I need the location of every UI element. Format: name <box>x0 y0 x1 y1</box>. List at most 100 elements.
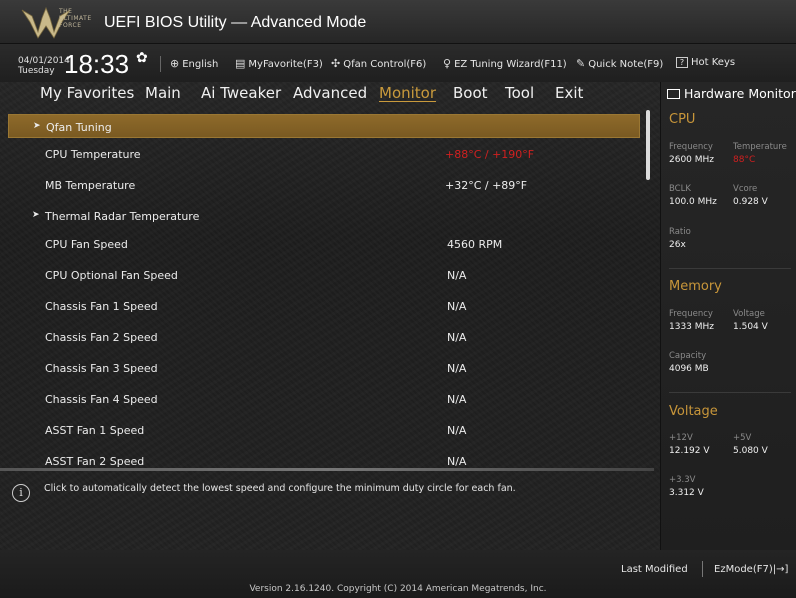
chassis-fan-1-row[interactable]: Chassis Fan 1 Speed N/A <box>8 294 640 318</box>
v33-value: 3.312 V <box>669 488 704 498</box>
myfavorite-button[interactable]: ▤ MyFavorite(F3) <box>235 57 323 70</box>
v12-label: +12V <box>669 433 693 443</box>
row-value: N/A <box>447 455 467 467</box>
tab-advanced[interactable]: Advanced <box>293 84 367 102</box>
v5-label: +5V <box>733 433 752 443</box>
favorite-icon: ▤ <box>235 57 246 70</box>
help-panel: i Click to automatically detect the lowe… <box>0 472 654 550</box>
row-value: +32°C / +89°F <box>445 179 528 192</box>
logo-text: THE ULTIMATE FORCE <box>59 8 92 29</box>
cpu-frequency-label: Frequency <box>669 142 713 152</box>
bulb-icon: ♀ <box>443 57 452 70</box>
tab-ai-tweaker[interactable]: Ai Tweaker <box>201 84 281 102</box>
ratio-value: 26x <box>669 240 686 250</box>
row-value: N/A <box>447 424 467 437</box>
footer-divider <box>702 561 703 577</box>
qfan-control-label: Qfan Control(F6) <box>343 59 427 70</box>
chassis-fan-2-row[interactable]: Chassis Fan 2 Speed N/A <box>8 325 640 349</box>
memory-frequency-value: 1333 MHz <box>669 322 715 332</box>
day-value: Tuesday <box>18 66 55 76</box>
help-divider <box>0 468 654 471</box>
last-modified-button[interactable]: Last Modified <box>621 564 688 575</box>
globe-icon: ⊕ <box>170 57 180 70</box>
mb-temperature-row[interactable]: MB Temperature +32°C / +89°F <box>8 173 640 197</box>
capacity-label: Capacity <box>669 351 707 361</box>
chassis-fan-4-row[interactable]: Chassis Fan 4 Speed N/A <box>8 387 640 411</box>
row-label: ASST Fan 2 Speed <box>45 455 145 467</box>
row-label: MB Temperature <box>45 179 136 192</box>
cpu-heading: CPU <box>669 112 696 127</box>
chassis-fan-3-row[interactable]: Chassis Fan 3 Speed N/A <box>8 356 640 380</box>
qfan-tuning-row[interactable]: ➤ Qfan Tuning <box>8 114 640 138</box>
main-tabs: My Favorites Main Ai Tweaker Advanced Mo… <box>10 82 653 108</box>
cpu-temperature-value: 88°C <box>733 155 756 165</box>
ez-tuning-wizard-button[interactable]: ♀ EZ Tuning Wizard(F11) <box>443 57 567 70</box>
help-box-icon: ? <box>676 57 688 68</box>
myfavorite-label: MyFavorite(F3) <box>248 59 323 70</box>
vcore-value: 0.928 V <box>733 197 768 207</box>
ratio-label: Ratio <box>669 227 691 237</box>
clock-time: 18:33 <box>64 49 130 79</box>
row-value: +88°C / +190°F <box>445 148 535 161</box>
section-divider <box>669 268 791 269</box>
cpu-fan-speed-row[interactable]: CPU Fan Speed 4560 RPM <box>8 232 640 256</box>
row-value: N/A <box>447 331 467 344</box>
row-value: N/A <box>447 362 467 375</box>
v33-label: +3.3V <box>669 475 696 485</box>
v5-value: 5.080 V <box>733 446 768 456</box>
date-value: 04/01/2014 <box>18 56 70 66</box>
row-label: ASST Fan 1 Speed <box>45 424 145 437</box>
gear-icon[interactable]: ✿ <box>136 50 148 66</box>
cpu-temperature-label: Temperature <box>733 142 787 152</box>
cpu-optional-fan-row[interactable]: CPU Optional Fan Speed N/A <box>8 263 640 287</box>
info-icon: i <box>12 484 30 502</box>
quick-note-button[interactable]: ✎ Quick Note(F9) <box>576 57 663 70</box>
hot-keys-label: Hot Keys <box>691 57 736 68</box>
tab-exit[interactable]: Exit <box>555 84 583 102</box>
fan-icon: ✣ <box>331 57 341 70</box>
hw-title-text: Hardware Monitor <box>684 86 796 101</box>
row-label: Chassis Fan 4 Speed <box>45 393 158 406</box>
list-scrollbar[interactable] <box>646 110 650 180</box>
row-value: N/A <box>447 269 467 282</box>
tab-my-favorites[interactable]: My Favorites <box>40 84 134 102</box>
submenu-arrow-icon: ➤ <box>32 210 40 220</box>
tab-main[interactable]: Main <box>145 84 181 102</box>
v12-value: 12.192 V <box>669 446 710 456</box>
thermal-radar-row[interactable]: ➤ Thermal Radar Temperature <box>8 204 640 228</box>
divider <box>160 56 161 72</box>
window-title: UEFI BIOS Utility — Advanced Mode <box>104 14 367 31</box>
capacity-value: 4096 MB <box>669 364 709 374</box>
bclk-value: 100.0 MHz <box>669 197 717 207</box>
row-label: Chassis Fan 3 Speed <box>45 362 158 375</box>
section-divider <box>669 392 791 393</box>
cpu-temperature-row[interactable]: CPU Temperature +88°C / +190°F <box>8 142 640 166</box>
row-label: Chassis Fan 2 Speed <box>45 331 158 344</box>
asst-fan-2-row[interactable]: ASST Fan 2 Speed N/A <box>8 449 640 467</box>
row-label: CPU Optional Fan Speed <box>45 269 178 282</box>
hardware-monitor-title: Hardware Monitor <box>667 86 796 101</box>
language-label: English <box>182 59 219 70</box>
row-value: 4560 RPM <box>447 238 503 251</box>
quick-note-label: Quick Note(F9) <box>588 59 664 70</box>
memory-voltage-label: Voltage <box>733 309 765 319</box>
memory-frequency-label: Frequency <box>669 309 713 319</box>
memory-heading: Memory <box>669 279 722 294</box>
monitor-settings-list: ➤ Qfan Tuning CPU Temperature +88°C / +1… <box>8 112 650 467</box>
asst-fan-1-row[interactable]: ASST Fan 1 Speed N/A <box>8 418 640 442</box>
voltage-heading: Voltage <box>669 404 718 419</box>
ezmode-button[interactable]: EzMode(F7)|→] <box>714 564 788 575</box>
row-label: CPU Temperature <box>45 148 141 161</box>
tab-monitor[interactable]: Monitor <box>379 84 436 102</box>
qfan-control-button[interactable]: ✣ Qfan Control(F6) <box>331 57 426 70</box>
note-icon: ✎ <box>576 57 586 70</box>
tab-tool[interactable]: Tool <box>505 84 534 102</box>
hot-keys-button[interactable]: ? Hot Keys <box>676 57 735 68</box>
language-button[interactable]: ⊕ English <box>170 57 218 70</box>
tab-boot[interactable]: Boot <box>453 84 488 102</box>
info-bar: 04/01/2014 Tuesday 18:33 ✿ ⊕ English ▤ MyF… <box>0 44 796 82</box>
memory-voltage-value: 1.504 V <box>733 322 768 332</box>
row-label: Qfan Tuning <box>46 121 112 134</box>
submenu-arrow-icon: ➤ <box>33 121 41 131</box>
bclk-label: BCLK <box>669 184 691 194</box>
